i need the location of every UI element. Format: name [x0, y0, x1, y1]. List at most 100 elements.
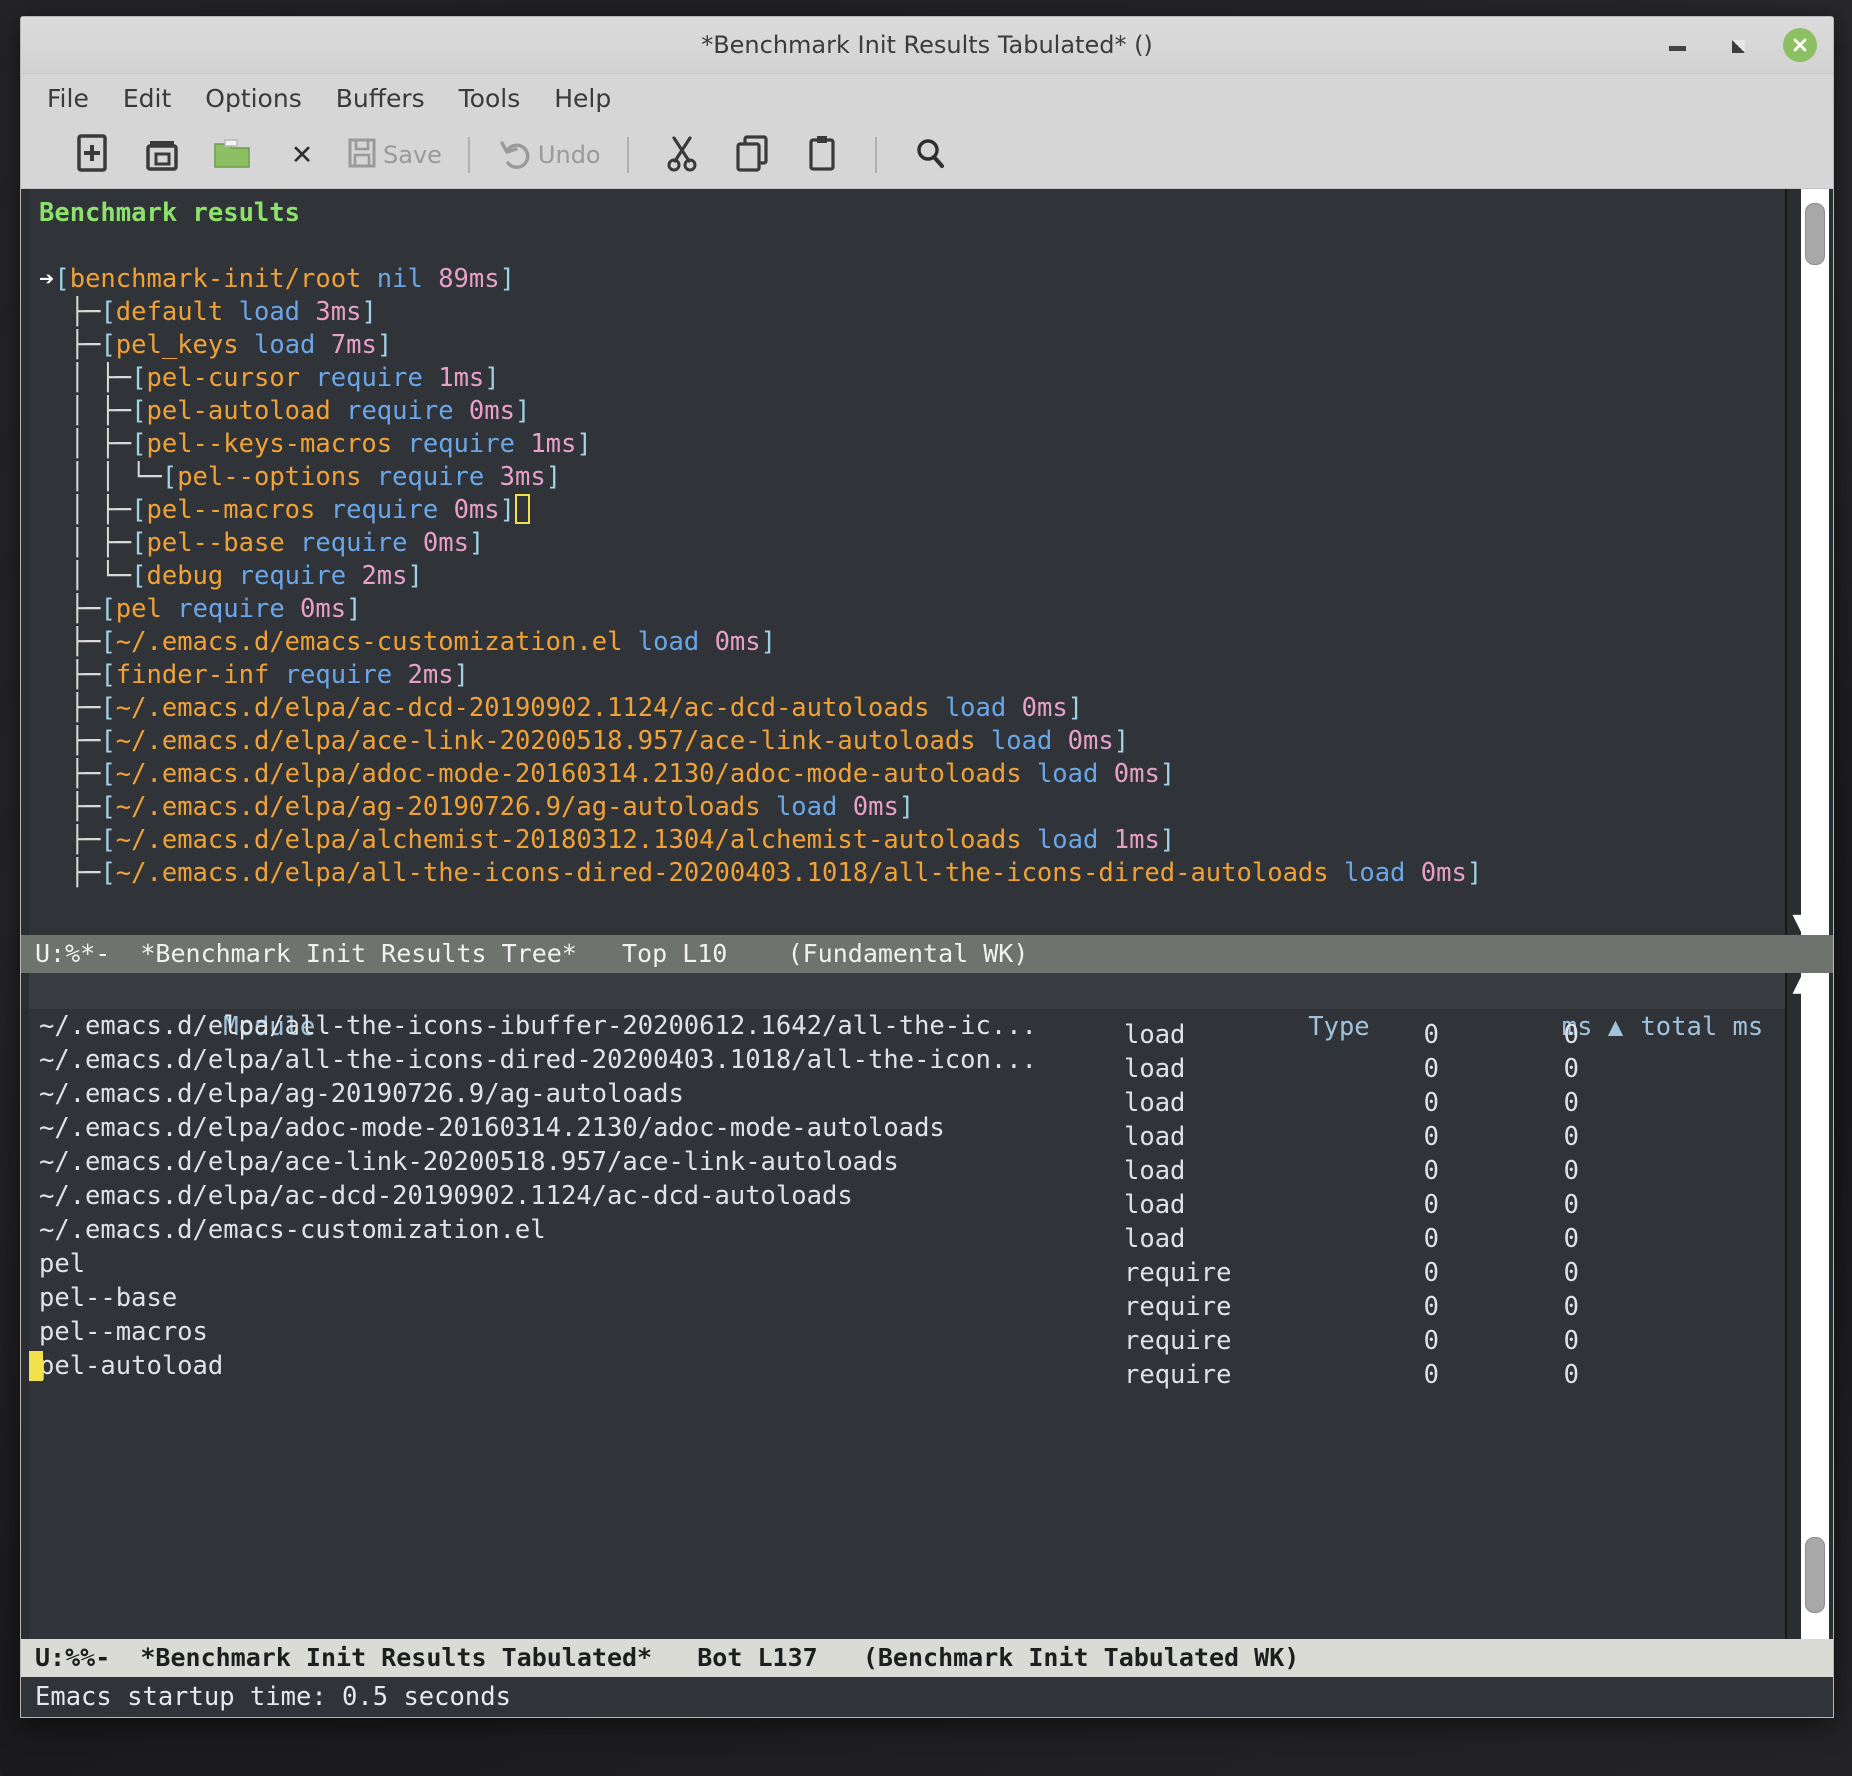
paste-button[interactable]	[787, 128, 857, 182]
menu-item-help[interactable]: Help	[554, 84, 611, 113]
tree-line[interactable]: ├─[default load 3ms]	[39, 296, 1785, 329]
emacs-frame: Benchmark results ➔[benchmark-init/root …	[21, 189, 1833, 1717]
table-rows-container: ~/.emacs.d/elpa/all-the-icons-ibuffer-20…	[29, 1009, 1785, 1390]
table-row[interactable]: pel-autoload require 0 0	[29, 1349, 1785, 1390]
table-row[interactable]: pel--macros require 0 0	[29, 1315, 1785, 1356]
scroll-down-arrow-icon[interactable]: ▼	[1787, 912, 1815, 934]
cell-module: pel--base	[39, 1283, 178, 1313]
search-button[interactable]	[895, 128, 965, 182]
window-titlebar: *Benchmark Init Results Tabulated* ()	[21, 17, 1833, 74]
table-window: Module Type ms ▲ total ms ~/.emacs.d/elpa/a…	[21, 973, 1833, 1639]
tree-line[interactable]: ├─[~/.emacs.d/elpa/alchemist-20180312.13…	[39, 824, 1785, 857]
save-button[interactable]: Save	[337, 128, 450, 182]
cell-total-ms: 0	[1563, 1360, 1579, 1390]
close-button[interactable]	[1783, 28, 1817, 62]
scroll-up-arrow-icon[interactable]: ▲	[1787, 974, 1815, 996]
table-row[interactable]: ~/.emacs.d/elpa/adoc-mode-20160314.2130/…	[29, 1111, 1785, 1152]
open-file-icon	[143, 134, 181, 176]
undo-icon	[498, 137, 532, 173]
window-controls	[1663, 17, 1817, 73]
tree-line[interactable]: ├─[finder-inf require 2ms]	[39, 659, 1785, 692]
table-row[interactable]: ~/.emacs.d/elpa/ace-link-20200518.957/ac…	[29, 1145, 1785, 1186]
maximize-button[interactable]	[1723, 30, 1753, 60]
cell-module: ~/.emacs.d/elpa/adoc-mode-20160314.2130/…	[39, 1113, 945, 1143]
table-row[interactable]: pel--base require 0 0	[29, 1281, 1785, 1322]
cell-ms: 0	[1423, 1360, 1439, 1390]
open-directory-icon	[211, 134, 253, 176]
tree-line[interactable]: ├─[pel require 0ms]	[39, 593, 1785, 626]
table-row[interactable]: pel require 0 0	[29, 1247, 1785, 1288]
tree-line[interactable]: ├─[~/.emacs.d/elpa/ac-dcd-20190902.1124/…	[39, 692, 1785, 725]
undo-label: Undo	[537, 141, 601, 169]
copy-button[interactable]	[717, 128, 787, 182]
table-row[interactable]: ~/.emacs.d/elpa/ac-dcd-20190902.1124/ac-…	[29, 1179, 1785, 1220]
table-scrollbar-thumb[interactable]	[1805, 1537, 1825, 1613]
cell-module: pel--macros	[39, 1317, 208, 1347]
cell-module: pel-autoload	[39, 1351, 224, 1381]
close-buffer-button[interactable]: ✕	[267, 128, 337, 182]
menu-item-edit[interactable]: Edit	[123, 84, 171, 113]
text-cursor	[515, 494, 530, 524]
toolbar-separator-1	[467, 137, 470, 173]
save-label: Save	[383, 141, 442, 169]
tree-line[interactable]: │ │ └─[pel--options require 3ms]	[39, 461, 1785, 494]
tree-line[interactable]: ├─[~/.emacs.d/emacs-customization.el loa…	[39, 626, 1785, 659]
emacs-window: *Benchmark Init Results Tabulated* () Fi…	[20, 16, 1834, 1718]
tree-scrollbar[interactable]: ▼	[1785, 189, 1833, 935]
tree-line[interactable]: ├─[~/.emacs.d/elpa/adoc-mode-20160314.21…	[39, 758, 1785, 791]
tree-line[interactable]: ├─[pel_keys load 7ms]	[39, 329, 1785, 362]
paste-icon	[806, 134, 838, 176]
table-row[interactable]: ~/.emacs.d/emacs-customization.el load 0 0	[29, 1213, 1785, 1254]
tree-scrollbar-track[interactable]	[1801, 189, 1829, 935]
cell-module: ~/.emacs.d/elpa/ace-link-20200518.957/ac…	[39, 1147, 899, 1177]
tree-line[interactable]: ➔[benchmark-init/root nil 89ms]	[39, 263, 1785, 296]
cell-type: require	[1124, 1360, 1232, 1390]
cell-module: ~/.emacs.d/elpa/all-the-icons-ibuffer-20…	[39, 1011, 1037, 1041]
tree-scrollbar-thumb[interactable]	[1805, 203, 1825, 265]
tree-line[interactable]: │ ├─[pel--keys-macros require 1ms]	[39, 428, 1785, 461]
toolbar-separator-2	[626, 137, 629, 173]
tree-line[interactable]: ├─[~/.emacs.d/elpa/ace-link-20200518.957…	[39, 725, 1785, 758]
tree-line[interactable]: │ └─[debug require 2ms]	[39, 560, 1785, 593]
menu-item-buffers[interactable]: Buffers	[336, 84, 425, 113]
menu-item-file[interactable]: File	[47, 84, 89, 113]
cell-module: ~/.emacs.d/elpa/all-the-icons-dired-2020…	[39, 1045, 1037, 1075]
table-row[interactable]: ~/.emacs.d/elpa/ag-20190726.9/ag-autoloa…	[29, 1077, 1785, 1118]
table-buffer-body[interactable]: Module Type ms ▲ total ms ~/.emacs.d/elpa/a…	[21, 973, 1785, 1639]
tree-line[interactable]: ├─[~/.emacs.d/elpa/ag-20190726.9/ag-auto…	[39, 791, 1785, 824]
copy-icon	[734, 134, 770, 176]
cell-module: ~/.emacs.d/emacs-customization.el	[39, 1215, 546, 1245]
open-file-button[interactable]	[127, 128, 197, 182]
cell-module: pel	[39, 1249, 86, 1279]
table-row[interactable]: ~/.emacs.d/elpa/all-the-icons-ibuffer-20…	[29, 1009, 1785, 1050]
tree-line[interactable]: │ ├─[pel--macros require 0ms]	[39, 494, 1785, 527]
tree-buffer-body[interactable]: Benchmark results ➔[benchmark-init/root …	[21, 189, 1785, 935]
minimize-button[interactable]	[1663, 30, 1693, 60]
tree-heading: Benchmark results	[39, 198, 300, 228]
window-title: *Benchmark Init Results Tabulated* ()	[701, 31, 1153, 59]
tree-line[interactable]: ├─[~/.emacs.d/elpa/all-the-icons-dired-2…	[39, 857, 1785, 890]
open-directory-button[interactable]	[197, 128, 267, 182]
menu-bar: File Edit Options Buffers Tools Help	[21, 74, 1833, 122]
menu-item-options[interactable]: Options	[205, 84, 301, 113]
tree-line[interactable]: │ ├─[pel-autoload require 0ms]	[39, 395, 1785, 428]
search-icon	[913, 136, 947, 174]
cut-button[interactable]	[647, 128, 717, 182]
close-buffer-icon: ✕	[290, 139, 314, 171]
cut-icon	[665, 134, 699, 176]
toolbar-separator-3	[874, 137, 877, 173]
new-file-button[interactable]	[57, 128, 127, 182]
tree-line[interactable]: │ ├─[pel-cursor require 1ms]	[39, 362, 1785, 395]
cell-module: ~/.emacs.d/elpa/ac-dcd-20190902.1124/ac-…	[39, 1181, 853, 1211]
new-file-icon	[75, 134, 109, 176]
table-row[interactable]: ~/.emacs.d/elpa/all-the-icons-dired-2020…	[29, 1043, 1785, 1084]
table-header-row: Module Type ms ▲ total ms	[29, 973, 1785, 1042]
toolbar: ✕ Save Undo	[21, 122, 1833, 189]
root-arrow-icon: ➔	[39, 264, 55, 294]
tree-line[interactable]: │ ├─[pel--base require 0ms]	[39, 527, 1785, 560]
echo-area: Emacs startup time: 0.5 seconds	[21, 1677, 1833, 1717]
table-scrollbar[interactable]: ▲	[1785, 973, 1833, 1639]
menu-item-tools[interactable]: Tools	[459, 84, 521, 113]
tabulated-list: Module Type ms ▲ total ms ~/.emacs.d/elpa/a…	[29, 973, 1785, 1390]
undo-button[interactable]: Undo	[488, 128, 609, 182]
